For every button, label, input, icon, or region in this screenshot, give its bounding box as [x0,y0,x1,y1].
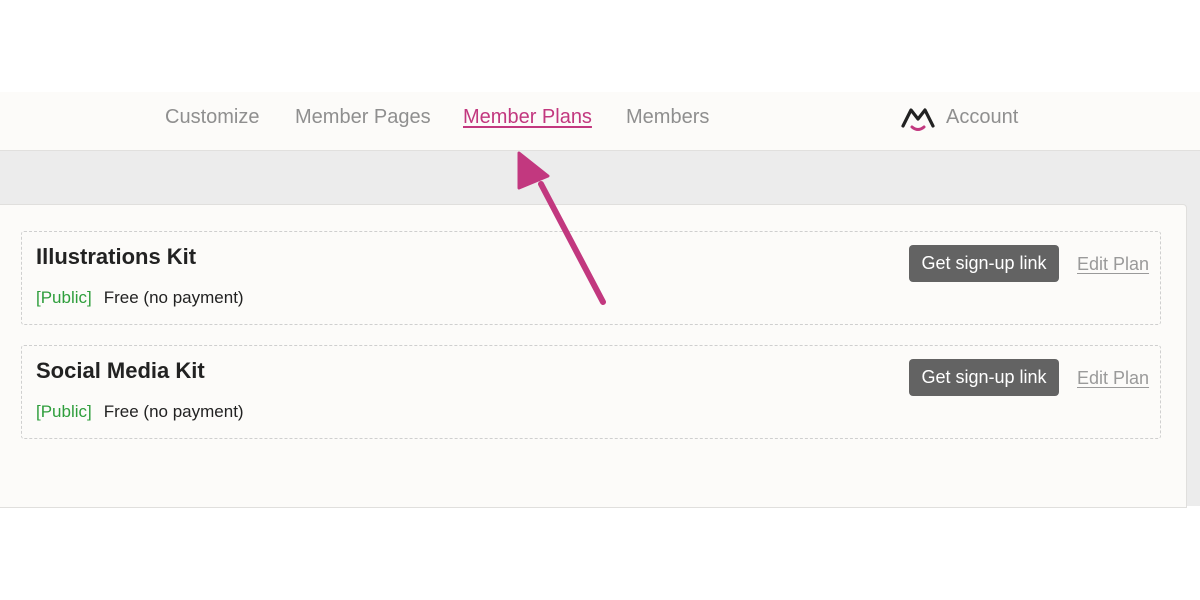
account-menu[interactable]: Account [900,102,1018,132]
brand-logo-icon [901,108,935,131]
plan-title: Illustrations Kit [36,244,197,269]
account-label: Account [946,105,1019,128]
nav-link-members[interactable]: Members [626,104,709,130]
edit-plan-link[interactable]: Edit Plan [1077,368,1149,389]
plan-meta: [Public] Free (no payment) [36,402,244,422]
plan-card: Social Media Kit [Public] Free (no paymen… [21,345,1161,439]
plan-visibility-badge: [Public] [36,288,92,307]
edit-plan-link[interactable]: Edit Plan [1077,254,1149,275]
app-screen: Customize Member Pages Member Plans Memb… [0,0,1200,600]
get-signup-link-button[interactable]: Get sign-up link [909,359,1059,396]
plan-visibility-badge: [Public] [36,402,92,421]
plan-price: Free (no payment) [103,288,244,307]
plan-card: Illustrations Kit [Public] Free (no payme… [21,231,1161,325]
plan-title: Social Media Kit [36,358,205,383]
nav-link-member-plans[interactable]: Member Plans [463,104,592,130]
get-signup-link-button[interactable]: Get sign-up link [909,245,1059,282]
nav-link-customize[interactable]: Customize [165,104,259,130]
plans-panel: Illustrations Kit [Public] Free (no payme… [0,204,1187,508]
nav-link-member-pages[interactable]: Member Pages [295,104,431,130]
plan-meta: [Public] Free (no payment) [36,288,244,308]
plan-price: Free (no payment) [103,402,244,421]
top-navbar: Customize Member Pages Member Plans Memb… [0,92,1200,151]
